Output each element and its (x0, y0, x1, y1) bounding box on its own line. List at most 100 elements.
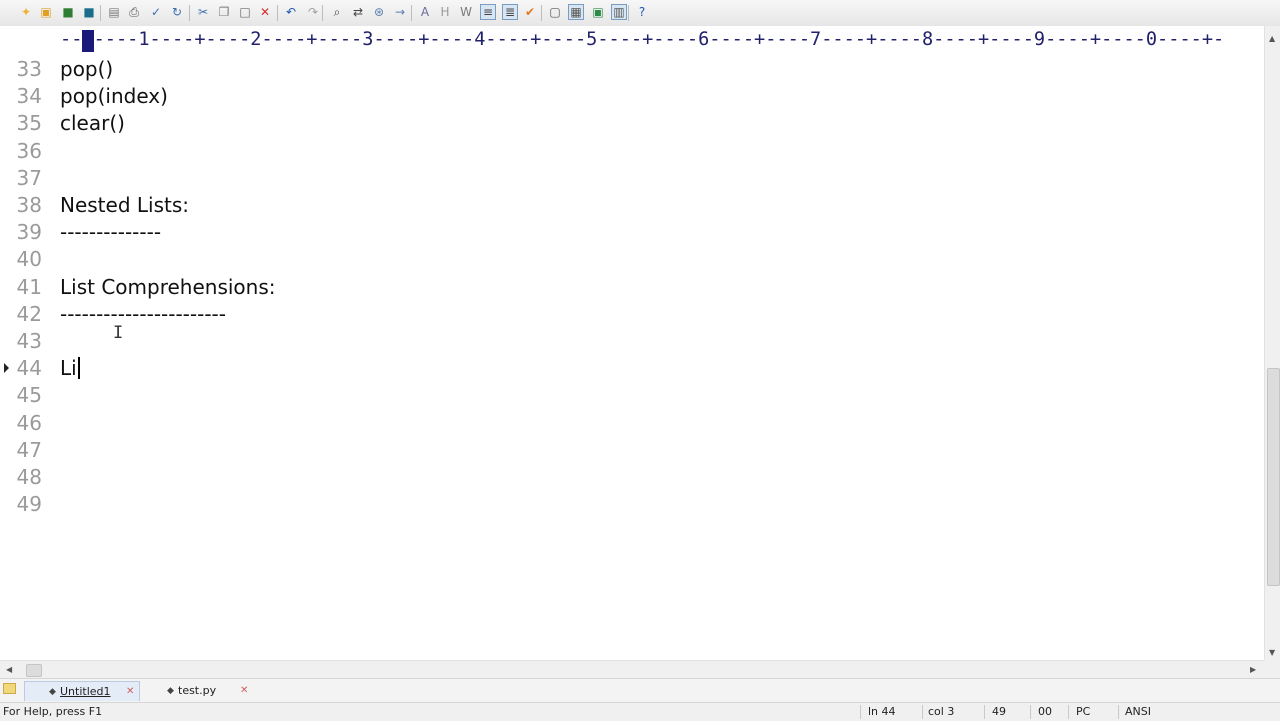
open-folder-icon[interactable]: ▣ (38, 4, 54, 20)
status-line-ending: PC (1076, 705, 1091, 718)
window-icon[interactable]: ▢ (547, 4, 563, 20)
editor-line[interactable]: 41 List Comprehensions: (0, 274, 1264, 301)
folder-icon[interactable] (3, 683, 16, 694)
vertical-scrollbar[interactable]: ▲ ▼ (1264, 26, 1280, 660)
editor-line[interactable]: 44 Li (0, 355, 1264, 382)
tab-close-icon[interactable]: ✕ (240, 681, 248, 701)
delete-icon[interactable]: ✕ (257, 4, 273, 20)
new-file-icon[interactable]: ✦ (18, 4, 34, 20)
editor-line[interactable]: 48 (0, 464, 1264, 491)
reload-icon[interactable]: ↻ (169, 4, 185, 20)
status-line-count: 49 (992, 705, 1006, 718)
editor-line[interactable]: 39 -------------- (0, 219, 1264, 246)
editor-line[interactable]: 45 (0, 382, 1264, 409)
spell-check-icon[interactable]: ✓ (148, 4, 164, 20)
editor-line[interactable]: 42 ----------------------- (0, 301, 1264, 328)
line-content: ----------------------- (60, 301, 226, 326)
print-icon[interactable]: ⎙ (126, 4, 142, 20)
line-number: 33 (16, 57, 42, 81)
editor-line[interactable]: 40 (0, 246, 1264, 273)
status-divider (984, 705, 985, 719)
full-screen-icon[interactable]: ▣ (590, 4, 606, 20)
replace-icon[interactable]: ⇄ (350, 4, 366, 20)
goto-icon[interactable]: → (392, 4, 408, 20)
ruler-column-marker[interactable] (82, 30, 94, 52)
scrollbar-corner (1264, 660, 1280, 678)
editor-area[interactable]: 33 pop() 34 pop(index) 35 clear() 36 37 38 Nested… (0, 54, 1264, 660)
help-icon[interactable]: ? (634, 4, 650, 20)
status-column: col 3 (928, 705, 955, 718)
toolbar-separator (411, 5, 412, 21)
check-icon[interactable]: ✔ (522, 4, 538, 20)
line-text[interactable]: clear() (60, 110, 125, 137)
horizontal-scroll-thumb[interactable] (26, 664, 42, 677)
line-content: List Comprehensions: (60, 274, 276, 299)
undo-icon[interactable]: ↶ (283, 4, 299, 20)
scroll-left-icon[interactable]: ◀ (6, 665, 12, 675)
tab-label: Untitled1 (60, 685, 111, 698)
vertical-scroll-thumb[interactable] (1267, 368, 1280, 586)
toolbar-separator (189, 5, 190, 21)
find-in-files-icon[interactable]: ⊛ (371, 4, 387, 20)
line-number: 38 (16, 193, 42, 217)
text-caret (77, 357, 80, 380)
editor-line[interactable]: 33 pop() (0, 56, 1264, 83)
tab-untitled1[interactable]: ◆ Untitled1 ✕ (24, 681, 140, 701)
toolbar-separator (628, 5, 629, 21)
editor-line[interactable]: 43 (0, 328, 1264, 355)
editor-line[interactable]: 37 (0, 165, 1264, 192)
line-number: 45 (16, 383, 42, 408)
line-text[interactable]: ----------------------- (60, 301, 226, 328)
line-number: 35 (16, 111, 42, 136)
save-icon[interactable]: ■ (60, 4, 76, 20)
toolbar-separator (322, 5, 323, 21)
line-text[interactable]: pop(index) (60, 83, 168, 110)
line-text[interactable]: Li (60, 355, 80, 382)
find-icon[interactable]: ⌕ (329, 4, 345, 20)
line-text[interactable]: -------------- (60, 219, 161, 246)
save-all-icon[interactable]: ■ (81, 4, 97, 20)
tab-test-py[interactable]: ◆ test.py ✕ (140, 681, 256, 701)
tab-close-icon[interactable]: ✕ (126, 682, 134, 702)
ruler: --+----1----+----2----+----3----+----4--… (0, 26, 1264, 55)
editor-line[interactable]: 46 (0, 410, 1264, 437)
editor-line[interactable]: 35 clear() (0, 110, 1264, 137)
show-line-numbers-icon[interactable]: ≣ (502, 4, 518, 20)
tile-icon[interactable]: ▦ (568, 4, 584, 20)
cut-icon[interactable]: ✂ (195, 4, 211, 20)
horizontal-scrollbar[interactable]: ◀ ▶ (0, 660, 1264, 679)
show-spaces-icon[interactable]: ≡ (480, 4, 496, 20)
print-preview-icon[interactable]: ▤ (106, 4, 122, 20)
hex-icon[interactable]: H (437, 4, 453, 20)
editor-line[interactable]: 34 pop(index) (0, 83, 1264, 110)
toolbar: ✦ ▣ ■ ■ ▤ ⎙ ✓ ↻ ✂ ❐ □ ✕ ↶ ↷ ⌕ ⇄ ⊛ → A H W ≡ ≣ ✔ ▢ ▦ ▣ ▥? (0, 0, 1280, 27)
line-text[interactable]: List Comprehensions: (60, 274, 276, 301)
status-line: ln 44 (868, 705, 896, 718)
editor-line[interactable]: 47 (0, 437, 1264, 464)
status-help-text: For Help, press F1 (3, 705, 103, 718)
line-text[interactable]: Nested Lists: (60, 192, 189, 219)
line-number: 37 (16, 165, 42, 190)
scroll-up-icon[interactable]: ▲ (1269, 34, 1275, 44)
status-divider (922, 705, 923, 719)
scroll-right-icon[interactable]: ▶ (1250, 665, 1256, 675)
scroll-down-icon[interactable]: ▼ (1269, 648, 1275, 658)
editor-line[interactable]: 36 (0, 138, 1264, 165)
copy-icon[interactable]: ❐ (216, 4, 232, 20)
word-wrap-icon[interactable]: W (458, 4, 474, 20)
document-tab-bar: ◆ Untitled1 ✕ ◆ test.py ✕ (0, 678, 1280, 703)
editor-line[interactable]: 49 (0, 491, 1264, 518)
split-icon[interactable]: ▥ (611, 4, 627, 20)
status-divider (860, 705, 861, 719)
line-number: 36 (16, 138, 42, 163)
line-number: 46 (16, 410, 42, 435)
current-line-marker-icon (4, 363, 9, 374)
line-content: Nested Lists: (60, 193, 190, 217)
line-text[interactable]: pop() (60, 56, 113, 83)
paste-icon[interactable]: □ (237, 4, 253, 20)
ruler-strip: --+----1----+----2----+----3----+----4--… (0, 28, 1264, 52)
font-icon[interactable]: A (417, 4, 433, 20)
line-content: Li (60, 356, 77, 381)
editor-line[interactable]: 38 Nested Lists: (0, 192, 1264, 219)
redo-icon[interactable]: ↷ (305, 4, 321, 20)
